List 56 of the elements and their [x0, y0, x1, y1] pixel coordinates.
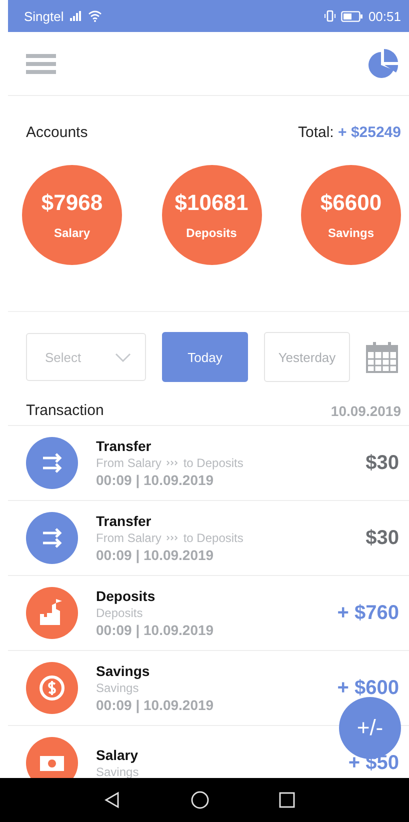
- transaction-time: 00:09 | 10.09.2019: [96, 697, 215, 713]
- transaction-source: Savings: [96, 681, 139, 695]
- transaction-time: 00:09 | 10.09.2019: [96, 472, 215, 488]
- account-balance: $6600: [320, 190, 382, 216]
- section-title: Transaction: [26, 402, 104, 419]
- signal-icon: [68, 11, 83, 21]
- account-name: Salary: [54, 226, 90, 240]
- back-icon[interactable]: [102, 791, 120, 809]
- account-balance: $10681: [174, 190, 248, 216]
- transaction-source: From Salary: [96, 531, 162, 545]
- transaction-title: Transfer: [96, 513, 152, 529]
- account-circle[interactable]: $7968 Salary: [22, 165, 122, 265]
- home-icon[interactable]: [190, 791, 208, 809]
- total-value: + $25249: [338, 124, 401, 141]
- recents-icon[interactable]: [278, 792, 294, 808]
- transaction-amount: $30: [366, 452, 399, 474]
- account-name: Savings: [328, 226, 374, 240]
- transfer-arrows-icon: [26, 437, 78, 489]
- battery-icon: [341, 10, 364, 22]
- transaction-amount: + $760: [337, 602, 399, 624]
- select-dropdown[interactable]: Select: [26, 333, 146, 381]
- date-tab[interactable]: Yesterday: [264, 332, 350, 382]
- vibrate-icon: [324, 10, 336, 22]
- transaction-destination: to Deposits: [183, 456, 244, 470]
- transaction-row[interactable]: Transfer From Salary to Deposits 00:09 | 10.09.2019 $30: [8, 501, 409, 576]
- chevrons-icon: [166, 535, 178, 541]
- transaction-row[interactable]: Deposits Deposits 00:09 | 10.09.2019 + $760: [8, 576, 409, 651]
- transaction-source: From Salary: [96, 456, 162, 470]
- transaction-title: Savings: [96, 663, 151, 679]
- chevron-down-icon: [115, 352, 131, 362]
- section-title: Accounts: [26, 124, 88, 141]
- clock: 00:51: [368, 8, 401, 24]
- castle-icon: [26, 587, 78, 639]
- transaction-row[interactable]: Transfer From Salary to Deposits 00:09 | 10.09.2019 $30: [8, 426, 409, 501]
- wifi-icon: [88, 10, 102, 22]
- transaction-time: 00:09 | 10.09.2019: [96, 547, 215, 563]
- transaction-source: Deposits: [96, 606, 143, 620]
- transaction-title: Transfer: [96, 438, 152, 454]
- total-label: Total:: [298, 124, 334, 141]
- transaction-time: 00:09 | 10.09.2019: [96, 622, 215, 638]
- transaction-destination: to Deposits: [183, 531, 244, 545]
- transaction-amount: $30: [366, 526, 399, 550]
- pie-chart-icon[interactable]: [367, 48, 399, 80]
- transaction-title: Salary: [96, 747, 140, 763]
- carrier-name: Singtel: [24, 8, 64, 24]
- account-balance: $7968: [41, 190, 103, 216]
- date-tab[interactable]: Today: [162, 332, 248, 382]
- transaction-title: Deposits: [96, 588, 156, 604]
- account-circle[interactable]: $10681 Deposits: [162, 165, 262, 265]
- account-circle[interactable]: $6600 Savings: [301, 165, 401, 265]
- chevrons-icon: [166, 460, 178, 466]
- transfer-arrows-icon: [26, 512, 78, 564]
- account-name: Deposits: [186, 226, 237, 240]
- coin-icon: [26, 662, 78, 714]
- transaction-amount: + $600: [337, 676, 399, 700]
- date-label: 10.09.2019: [330, 402, 401, 418]
